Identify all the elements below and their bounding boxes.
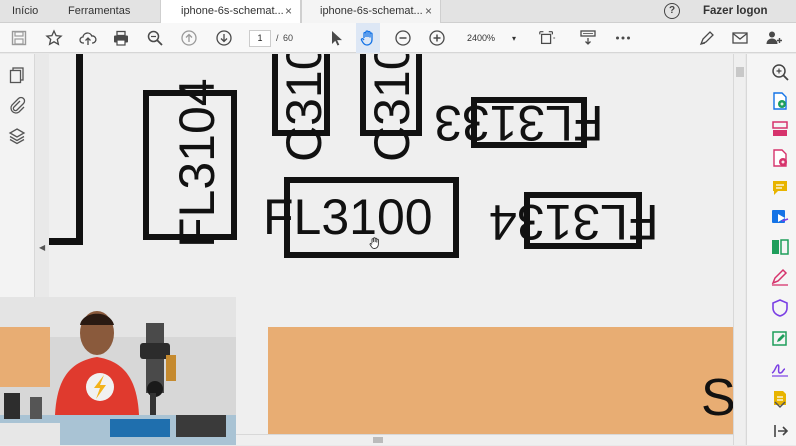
select-cursor-icon[interactable] (324, 23, 348, 53)
tab-bar: Início Ferramentas iphone-6s-schemat... … (0, 0, 796, 23)
add-user-icon[interactable] (762, 23, 786, 53)
tab-home-label: Início (12, 5, 39, 17)
hand-cursor-icon (369, 236, 383, 250)
next-page-icon[interactable] (212, 23, 236, 53)
edit-pdf-icon[interactable] (770, 329, 790, 349)
chevron-down-icon[interactable] (770, 398, 790, 410)
search-icon[interactable] (143, 23, 167, 53)
webcam-overlay (0, 297, 236, 445)
toolbar: 1 / 60 2400% ▾ (0, 23, 796, 53)
component-label-fl3134: FL3134 (489, 194, 659, 250)
create-pdf-icon[interactable] (770, 148, 790, 168)
component-label-s: S (701, 369, 733, 427)
sign-pen-icon[interactable] (695, 23, 719, 53)
hand-tool-icon[interactable] (356, 23, 380, 53)
close-icon[interactable]: × (285, 0, 292, 23)
page-total: 60 (283, 33, 294, 43)
page-number-input[interactable]: 1 (249, 30, 271, 47)
schematic-trace (76, 54, 83, 245)
page-fit-icon[interactable] (533, 23, 561, 53)
horizontal-scroll-thumb[interactable] (373, 437, 383, 443)
protect-shield-icon[interactable] (770, 298, 790, 318)
organize-pages-icon[interactable] (770, 119, 790, 139)
bookmark-star-icon[interactable] (42, 23, 66, 53)
vertical-scrollbar[interactable] (733, 54, 745, 445)
previous-page-icon[interactable] (177, 23, 201, 53)
send-for-review-icon[interactable] (770, 207, 790, 227)
tab-tools-label: Ferramentas (68, 5, 131, 17)
help-icon[interactable]: ? (664, 3, 680, 19)
schematic-trace (49, 238, 83, 245)
fill-sign-icon[interactable] (770, 267, 790, 287)
sign-in-link[interactable]: Fazer logon (703, 0, 768, 23)
presenter-video-image (0, 297, 236, 445)
tab-document-2[interactable]: iphone-6s-schemat... × (301, 0, 441, 23)
zoom-tool-icon[interactable] (770, 62, 790, 82)
zoom-in-icon[interactable] (425, 23, 449, 53)
component-label-c310-a: C310 (276, 54, 332, 162)
print-icon[interactable] (109, 23, 133, 53)
component-label-fl3104: FL3104 (169, 78, 225, 248)
component-label-fl3133: FL3133 (434, 95, 604, 151)
layers-icon[interactable] (8, 127, 26, 145)
tab-document-1[interactable]: iphone-6s-schemat... × (160, 0, 301, 23)
comment-icon[interactable] (770, 178, 790, 198)
scroll-mode-icon[interactable] (576, 23, 600, 53)
component-label-c310-b: C310 (364, 54, 420, 162)
page-thumbnails-icon[interactable] (8, 66, 26, 84)
close-icon[interactable]: × (425, 0, 432, 23)
collapse-left-panel-icon[interactable]: ◀ (39, 243, 45, 252)
component-label-fl3100: FL3100 (263, 189, 433, 245)
attachment-icon[interactable] (8, 96, 26, 114)
tab-home[interactable]: Início (0, 0, 50, 23)
signature-icon[interactable] (770, 358, 790, 378)
cloud-upload-icon[interactable] (76, 23, 100, 53)
vertical-scroll-thumb[interactable] (736, 67, 744, 77)
more-options-icon[interactable] (611, 23, 635, 53)
tab-document-2-label: iphone-6s-schemat... (320, 5, 423, 17)
zoom-value: 2400% (467, 33, 496, 43)
save-icon[interactable] (7, 23, 31, 53)
compare-files-icon[interactable] (770, 237, 790, 257)
mail-icon[interactable] (728, 23, 752, 53)
zoom-out-icon[interactable] (391, 23, 415, 53)
export-pdf-icon[interactable] (770, 91, 790, 111)
collapse-tools-icon[interactable] (770, 421, 790, 441)
page-separator: / (276, 33, 279, 43)
tab-document-1-label: iphone-6s-schemat... (181, 5, 284, 17)
chevron-down-icon: ▾ (511, 34, 516, 43)
zoom-select[interactable]: 2400% ▾ (461, 30, 519, 47)
tab-tools[interactable]: Ferramentas (56, 0, 142, 23)
copper-pad (268, 327, 733, 434)
tools-rail (746, 54, 796, 445)
